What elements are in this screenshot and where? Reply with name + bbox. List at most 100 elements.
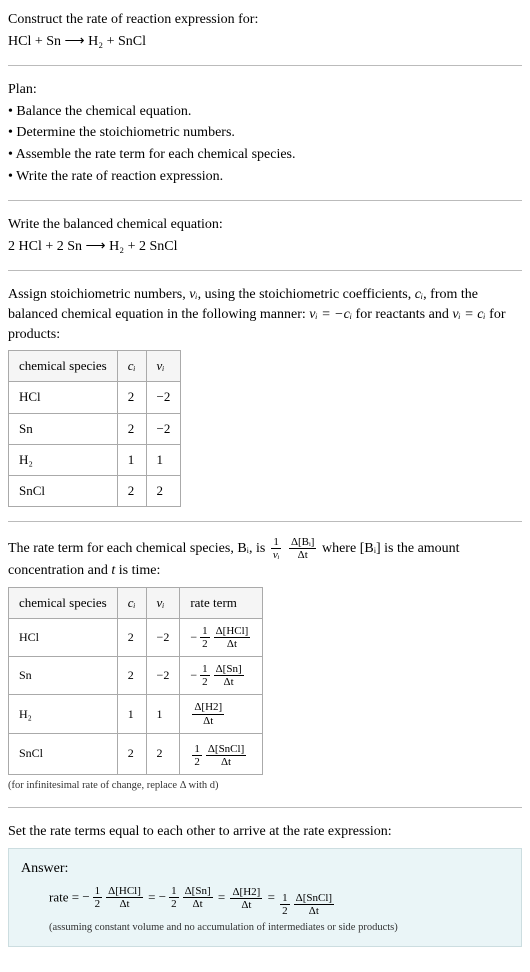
- den: Δt: [294, 905, 334, 917]
- plan-heading: Plan:: [8, 80, 522, 100]
- cell-nui: 2: [146, 733, 180, 774]
- prompt-section: Construct the rate of reaction expressio…: [8, 10, 522, 66]
- col-rate-term: rate term: [180, 587, 263, 618]
- num: Δ[SnCl]: [294, 892, 334, 905]
- answer-box: Answer: rate = − 12 Δ[HCl]Δt = − 12 Δ[Sn…: [8, 848, 522, 947]
- prompt-equation: HCl + Sn ⟶ H₂ + SnCl: [8, 32, 522, 52]
- cell-species: HCl: [9, 382, 118, 413]
- text: where: [318, 541, 359, 556]
- cell-species: SnCl: [9, 733, 118, 774]
- cell-ci: 2: [117, 413, 146, 444]
- den: 2: [192, 756, 202, 768]
- num: Δ[H2]: [230, 886, 262, 899]
- cell-nui: 1: [146, 695, 180, 733]
- cell-nui: −2: [146, 619, 180, 657]
- den: Δt: [289, 549, 317, 561]
- cell-rate-term: Δ[H2]Δt: [180, 695, 263, 733]
- cell-rate-term: 12 Δ[SnCl]Δt: [180, 733, 263, 774]
- den: νᵢ: [271, 549, 282, 561]
- eq-products: νᵢ = cᵢ: [452, 307, 485, 322]
- den: Δt: [183, 898, 213, 910]
- coef-frac: 12: [200, 663, 210, 688]
- den: Δt: [106, 898, 143, 910]
- text: , using the stoichiometric coefficients,: [198, 287, 415, 302]
- eq-reactants: νᵢ = −cᵢ: [309, 307, 352, 322]
- conc-frac: Δ[SnCl]Δt: [206, 743, 246, 768]
- coef-frac: 12: [280, 892, 290, 917]
- cell-ci: 2: [117, 382, 146, 413]
- num: Δ[Sn]: [214, 663, 244, 676]
- text: is time:: [115, 563, 160, 578]
- minus-sign: −: [190, 667, 197, 684]
- final-note: (assuming constant volume and no accumul…: [21, 921, 509, 936]
- num: Δ[SnCl]: [206, 743, 246, 756]
- den: Δt: [214, 676, 244, 688]
- text: , is: [249, 541, 269, 556]
- num: Δ[HCl]: [214, 625, 251, 638]
- ci-label: cᵢ: [128, 358, 136, 373]
- nui-label: νᵢ: [157, 358, 165, 373]
- cell-ci: 1: [117, 444, 146, 475]
- den: Δt: [230, 899, 262, 911]
- col-species: chemical species: [9, 587, 118, 618]
- text: Assign stoichiometric numbers,: [8, 287, 189, 302]
- den: 2: [200, 638, 210, 650]
- col-species: chemical species: [9, 351, 118, 382]
- conc-frac: Δ[SnCl]Δt: [294, 892, 334, 917]
- text: The rate term for each chemical species,: [8, 541, 237, 556]
- table-row: SnCl 2 2: [9, 475, 181, 506]
- rate-term-text: The rate term for each chemical species,…: [8, 536, 522, 581]
- coef-frac: 12: [200, 625, 210, 650]
- ci-label: cᵢ: [128, 595, 136, 610]
- cell-ci: 2: [117, 733, 146, 774]
- den: Δt: [206, 756, 246, 768]
- den: 2: [280, 905, 290, 917]
- rate-term-table: chemical species cᵢ νᵢ rate term HCl 2 −…: [8, 587, 263, 775]
- answer-label: Answer:: [21, 859, 509, 879]
- minus-sign: −: [82, 888, 89, 906]
- final-section: Set the rate terms equal to each other t…: [8, 822, 522, 947]
- equals-sign: =: [218, 889, 229, 904]
- nui-label: νᵢ: [157, 595, 165, 610]
- den: Δt: [192, 715, 224, 727]
- plan-item: • Assemble the rate term for each chemic…: [8, 145, 522, 165]
- rate-term-note: (for infinitesimal rate of change, repla…: [8, 779, 522, 794]
- table-row: Sn 2 −2 − 12 Δ[Sn]Δt: [9, 657, 263, 695]
- equals-sign: =: [268, 889, 279, 904]
- col-nui: νᵢ: [146, 351, 181, 382]
- equals-sign: =: [148, 889, 159, 904]
- prompt-text: Construct the rate of reaction expressio…: [8, 10, 522, 30]
- rate-expression: rate = − 12 Δ[HCl]Δt = − 12 Δ[Sn]Δt = Δ[…: [21, 885, 509, 918]
- table-row: HCl 2 −2: [9, 382, 181, 413]
- den: 2: [169, 898, 179, 910]
- cell-species: Sn: [9, 413, 118, 444]
- den: 2: [93, 898, 103, 910]
- stoich-table: chemical species cᵢ νᵢ HCl 2 −2 Sn 2 −2 …: [8, 350, 181, 507]
- plan-item: • Balance the chemical equation.: [8, 102, 522, 122]
- cell-rate-term: − 12 Δ[Sn]Δt: [180, 657, 263, 695]
- bi-conc: [Bᵢ]: [360, 541, 381, 556]
- num: 1: [169, 885, 179, 898]
- num: 1: [271, 536, 282, 549]
- table-row: H₂ 1 1: [9, 444, 181, 475]
- num: Δ[Sn]: [183, 885, 213, 898]
- cell-nui: −2: [146, 413, 181, 444]
- col-ci: cᵢ: [117, 587, 146, 618]
- plan-item: • Write the rate of reaction expression.: [8, 167, 522, 187]
- minus-sign: −: [190, 629, 197, 646]
- nu-i: νᵢ: [189, 287, 197, 302]
- cell-ci: 2: [117, 619, 146, 657]
- cell-rate-term: − 12 Δ[HCl]Δt: [180, 619, 263, 657]
- conc-frac: Δ[H2]Δt: [192, 701, 224, 726]
- cell-species: SnCl: [9, 475, 118, 506]
- num: Δ[H2]: [192, 701, 224, 714]
- text: for reactants and: [352, 307, 452, 322]
- balanced-heading: Write the balanced chemical equation:: [8, 215, 522, 235]
- num: 1: [280, 892, 290, 905]
- num: 1: [200, 625, 210, 638]
- b-i: Bᵢ: [237, 541, 249, 556]
- minus-sign: −: [159, 888, 166, 906]
- conc-frac: Δ[Sn]Δt: [183, 885, 213, 910]
- table-row: Sn 2 −2: [9, 413, 181, 444]
- plan-item: • Determine the stoichiometric numbers.: [8, 123, 522, 143]
